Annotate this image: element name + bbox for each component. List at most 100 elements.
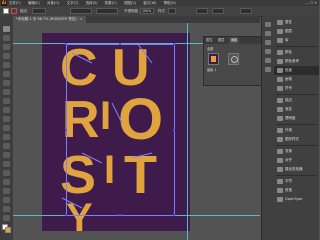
- type-tool-icon[interactable]: [3, 71, 10, 77]
- tools-panel: [0, 16, 14, 240]
- menu-help[interactable]: 帮助(H): [164, 1, 176, 5]
- properties-icon: [277, 20, 283, 25]
- curvature-tool-icon[interactable]: [3, 62, 10, 68]
- dock-item-libraries[interactable]: 库: [274, 36, 319, 45]
- panel-tab-properties[interactable]: 属性: [206, 37, 212, 44]
- selection-handle[interactable]: [173, 129, 175, 131]
- transform-button[interactable]: [212, 8, 224, 14]
- toolbar-stroke-swatch[interactable]: [5, 227, 11, 233]
- color-icon: [277, 50, 283, 55]
- dock-item-transform[interactable]: 变换: [274, 147, 319, 156]
- zoom-tool-icon[interactable]: [3, 215, 10, 221]
- dock-item-paragraph[interactable]: 段落: [274, 186, 319, 195]
- align-button[interactable]: [196, 8, 208, 14]
- dock-item-color-guide[interactable]: 颜色参考: [274, 57, 319, 66]
- menu-edit[interactable]: 编辑(E): [28, 1, 40, 5]
- menu-type[interactable]: 文字(T): [67, 1, 79, 5]
- direct-selection-tool-icon[interactable]: [3, 35, 10, 41]
- blend-tool-icon[interactable]: [3, 188, 10, 194]
- variable-width-dropdown[interactable]: [70, 8, 92, 14]
- menu-object[interactable]: 对象(O): [47, 1, 60, 5]
- window-controls[interactable]: — ☐ ✕: [305, 1, 317, 5]
- paragraph-icon: [277, 188, 283, 193]
- selection-handle[interactable]: [173, 214, 175, 216]
- artboard-tool-icon[interactable]: [3, 197, 10, 203]
- stroke-label: 描边: [20, 9, 27, 13]
- symbols-icon[interactable]: [265, 58, 271, 63]
- dock-item-gradient[interactable]: 渐变: [274, 105, 319, 114]
- dock-item-graphic-styles[interactable]: 图形样式: [274, 135, 319, 144]
- vertical-guide[interactable]: [187, 23, 188, 240]
- free-transform-tool-icon[interactable]: [3, 152, 10, 158]
- line-tool-icon[interactable]: [3, 80, 10, 86]
- dock-item-character[interactable]: 字符: [274, 177, 319, 186]
- stroke-swatch[interactable]: [11, 8, 17, 14]
- paintbrush-tool-icon[interactable]: [3, 98, 10, 104]
- artboard-thumbnail[interactable]: [208, 53, 219, 65]
- align-icon: [277, 158, 283, 163]
- artboard-thumbnail-empty[interactable]: [228, 53, 239, 65]
- dock-item-brushes[interactable]: 画笔: [274, 75, 319, 84]
- pathfinder-icon: [277, 167, 283, 172]
- stroke-icon[interactable]: [265, 67, 271, 72]
- floating-panel: 属性 图层 画板 全部 画板 1: [203, 36, 263, 86]
- opacity-field[interactable]: 100%: [140, 8, 154, 14]
- stroke-weight-field[interactable]: [32, 8, 46, 14]
- dock-item-align[interactable]: 对齐: [274, 156, 319, 165]
- selection-handle[interactable]: [65, 214, 67, 216]
- scale-tool-icon[interactable]: [3, 134, 10, 140]
- menu-window[interactable]: 窗口(W): [143, 1, 156, 5]
- libraries-icon: [277, 38, 283, 43]
- pen-tool-icon[interactable]: [3, 53, 10, 59]
- menu-file[interactable]: 文件(F): [9, 1, 21, 5]
- menu-view[interactable]: 视图(V): [124, 1, 136, 5]
- arrange-button[interactable]: [240, 8, 252, 14]
- dock-item-symbols[interactable]: 符号: [274, 84, 319, 93]
- rotate-tool-icon[interactable]: [3, 125, 10, 131]
- eraser-tool-icon[interactable]: [3, 116, 10, 122]
- selection-bounding-box[interactable]: [66, 44, 175, 216]
- pencil-tool-icon[interactable]: [3, 107, 10, 113]
- graphic-styles-icon: [277, 137, 283, 142]
- selection-handle[interactable]: [65, 43, 67, 45]
- menu-effect[interactable]: 效果(C): [105, 1, 117, 5]
- panel-tab-artboards[interactable]: 画板: [229, 37, 240, 44]
- panel-row-label: 全部: [207, 47, 214, 51]
- color-icon[interactable]: [265, 31, 271, 36]
- shape-builder-tool-icon[interactable]: [3, 161, 10, 167]
- dock-item-opentype[interactable]: OpenType: [274, 195, 319, 204]
- panel-tab-layers[interactable]: 图层: [218, 37, 224, 44]
- dock-item-properties[interactable]: 属性: [274, 18, 319, 27]
- brush-dropdown[interactable]: [96, 8, 118, 14]
- menu-select[interactable]: 选择(S): [86, 1, 98, 5]
- dock-item-swatches[interactable]: 色板: [274, 66, 319, 75]
- dock-item-layers[interactable]: 图层: [274, 27, 319, 36]
- dock-item-stroke[interactable]: 描边: [274, 96, 319, 105]
- fill-swatch[interactable]: [3, 8, 9, 14]
- right-dock: 属性 图层 库 颜色 颜色参考 色板 画笔 符号 描边 渐变 透明度 外观 图形…: [274, 16, 319, 240]
- eyedropper-tool-icon[interactable]: [3, 179, 10, 185]
- swatches-icon[interactable]: [265, 40, 271, 45]
- dock-item-appearance[interactable]: 外观: [274, 126, 319, 135]
- panel-icon-strip: [261, 16, 274, 240]
- brushes-icon[interactable]: [265, 49, 271, 54]
- close-tab-icon[interactable]: ×: [80, 17, 83, 21]
- dock-item-color[interactable]: 颜色: [274, 48, 319, 57]
- gradient-tool-icon[interactable]: [3, 170, 10, 176]
- magic-wand-tool-icon[interactable]: [3, 44, 10, 50]
- circle-icon: [231, 56, 238, 63]
- style-dropdown[interactable]: [168, 8, 176, 14]
- hand-tool-icon[interactable]: [3, 206, 10, 212]
- selection-handle[interactable]: [173, 43, 175, 45]
- dock-item-transparency[interactable]: 透明度: [274, 114, 319, 123]
- rectangle-tool-icon[interactable]: [3, 89, 10, 95]
- selection-handle[interactable]: [119, 43, 121, 45]
- width-tool-icon[interactable]: [3, 143, 10, 149]
- selection-handle[interactable]: [65, 129, 67, 131]
- libraries-icon[interactable]: [265, 22, 271, 27]
- dock-item-pathfinder[interactable]: 路径查找器: [274, 165, 319, 174]
- opacity-label: 不透明度: [124, 9, 138, 13]
- document-tab[interactable]: *未标题-1 @ 66.7% (RGB/GPU 预览) ×: [13, 16, 86, 23]
- selection-tool-icon[interactable]: [3, 26, 10, 32]
- selection-handle[interactable]: [119, 214, 121, 216]
